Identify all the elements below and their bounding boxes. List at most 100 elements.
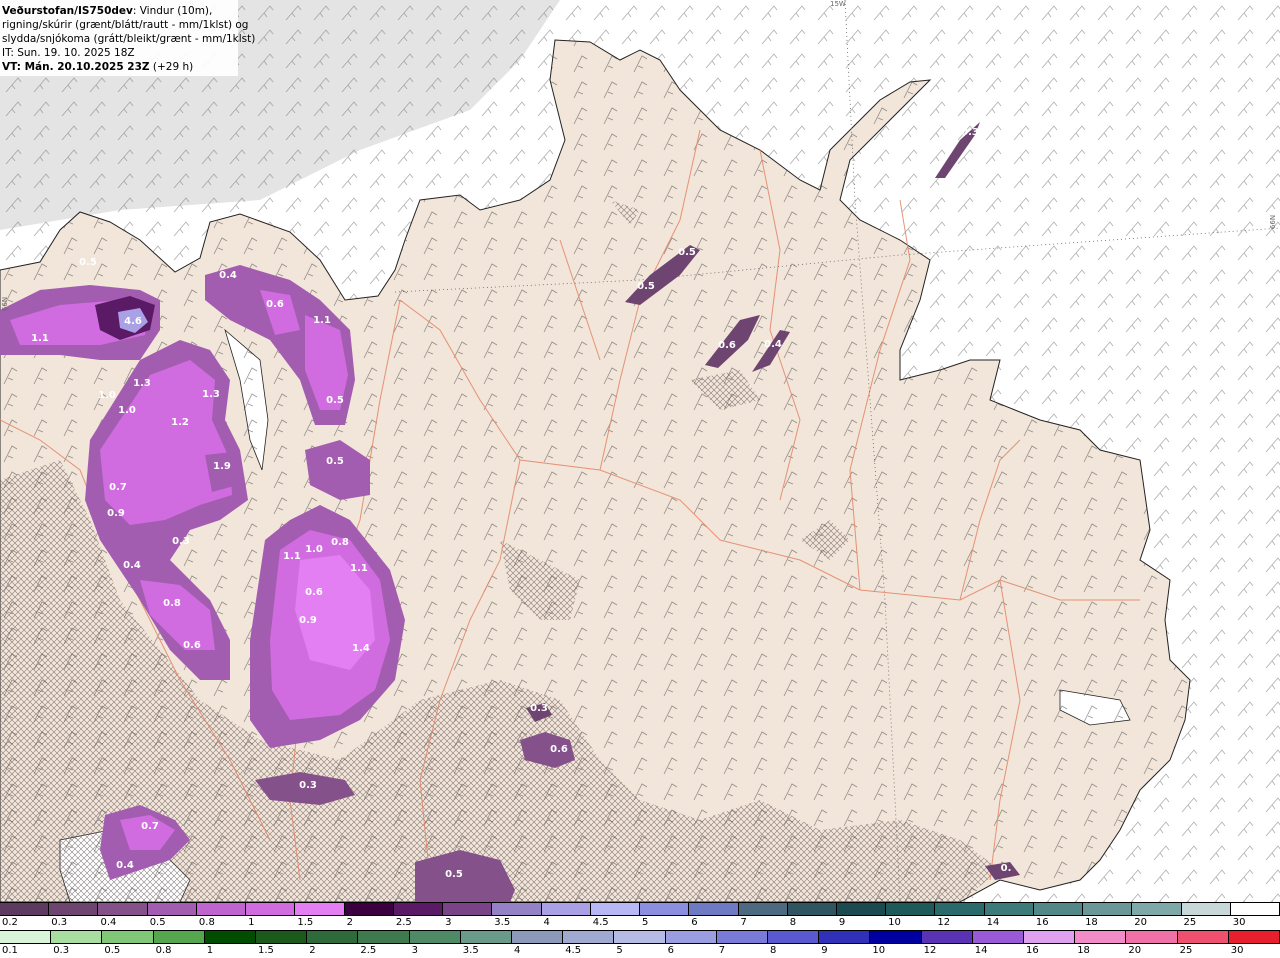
precip-label: 0.5 — [326, 395, 344, 406]
scale-swatch — [295, 903, 345, 915]
scale-swatch — [1132, 903, 1182, 915]
precip-label: 0.5 — [637, 281, 655, 292]
scale-swatch — [972, 931, 1025, 943]
precip-label: 0.8 — [163, 598, 181, 609]
precip-label: 0.7 — [109, 482, 127, 493]
scale-label: 0.3 — [53, 945, 70, 956]
scale-label: 5 — [642, 917, 649, 928]
scale-swatch — [358, 931, 410, 943]
scale-swatch — [614, 931, 666, 943]
scale-label: 10 — [888, 917, 901, 928]
info-vt: VT: Mán. 20.10.2025 23Z (+29 h) — [2, 61, 194, 73]
scale-label: 12 — [923, 945, 937, 956]
scale-swatch — [1228, 931, 1280, 943]
scale-swatch — [204, 931, 257, 943]
scale-label: 3 — [411, 945, 418, 956]
precip-label: 1.1 — [313, 315, 331, 326]
precip-label: 1.1 — [283, 551, 301, 562]
scale-label: 20 — [1134, 917, 1148, 928]
info-box: Veðurstofan/IS750dev: Vindur (10m), rign… — [0, 0, 256, 76]
info-line3: slydda/snjókoma (grátt/bleikt/grænt - mm… — [2, 33, 256, 45]
scale-swatch — [98, 903, 148, 915]
scale-label: 25 — [1183, 917, 1197, 928]
scale-label: 3.5 — [462, 945, 479, 956]
scale-label: 4 — [514, 945, 521, 956]
precip-label: 0. — [1001, 863, 1012, 874]
scale-swatch — [1126, 931, 1178, 943]
rain-scale-labels: 0.1 0.3 0.5 0.8 1 1.5 2 2.5 3 3.5 4 4.5 5 6 7 8 9 10 12 14 1… — [0, 944, 1280, 958]
sleet-scale-labels: 0.2 0.3 0.4 0.5 0.8 1 1.5 2 2.5 3 3.5 4 4.5 5 6 7 8 9 10 12… — [0, 916, 1280, 930]
precip-label: 0.3 — [172, 536, 190, 547]
scale-swatch — [512, 931, 564, 943]
scale-label: 2.5 — [360, 945, 377, 956]
info-it: IT: Sun. 19. 10. 2025 18Z — [2, 47, 135, 59]
scale-swatch — [1177, 931, 1229, 943]
scale-swatch — [1075, 931, 1127, 943]
precip-label: 0.5 — [79, 257, 97, 268]
scale-label: 14 — [974, 945, 988, 956]
precip-label: 1.2 — [171, 417, 189, 428]
scale-label: 8 — [789, 917, 797, 928]
scale-label: 4.5 — [592, 917, 609, 928]
scale-label: 7 — [740, 917, 747, 928]
scale-swatch — [153, 931, 205, 943]
precip-label: 4.6 — [124, 316, 142, 327]
scale-label: 18 — [1085, 917, 1098, 928]
scale-swatch — [51, 931, 103, 943]
info-line2: rigning/skúrir (grænt/blátt/rautt - mm/1… — [2, 19, 249, 31]
precip-label: 0.4 — [116, 860, 134, 871]
scale-label: 1 — [248, 917, 255, 928]
scale-swatch — [716, 931, 769, 943]
scale-swatch — [665, 931, 717, 943]
scale-swatch — [492, 903, 542, 915]
precip-label: 0.3 — [299, 780, 317, 791]
sleet-scale-bar — [0, 902, 1280, 916]
scale-swatch — [246, 903, 296, 915]
scale-swatch — [102, 931, 154, 943]
scale-swatch — [443, 903, 493, 915]
scale-label: 30 — [1232, 917, 1246, 928]
sleet-color-scale: 0.2 0.3 0.4 0.5 0.8 1 1.5 2 2.5 3 3.5 4 4.5 5 6 7 8 9 10 12… — [0, 902, 1280, 930]
rain-scale-bar — [0, 930, 1280, 944]
scale-label: 4 — [543, 917, 550, 928]
precip-label: 0.4 — [219, 270, 237, 281]
scale-swatch — [196, 903, 247, 915]
scale-label: 0.1 — [2, 945, 18, 956]
scale-label: 7 — [718, 945, 726, 956]
precip-label: 0.6 — [183, 640, 201, 651]
scale-label: 30 — [1230, 945, 1244, 956]
scale-swatch — [886, 903, 936, 915]
scale-label: 5 — [616, 945, 623, 956]
scale-label: 3 — [445, 917, 452, 928]
scale-swatch — [49, 903, 99, 915]
scale-label: 0.8 — [155, 945, 172, 956]
precip-label: 1.0 — [305, 544, 323, 555]
scale-label: 2 — [309, 945, 316, 956]
scale-label: 1.5 — [297, 917, 314, 928]
precip-label: 0.7 — [141, 821, 159, 832]
scale-swatch — [738, 903, 788, 915]
precip-label: 0.5 — [678, 247, 696, 258]
scale-swatch — [787, 903, 837, 915]
scale-swatch — [689, 903, 739, 915]
rain-color-scale: 0.1 0.3 0.5 0.8 1 1.5 2 2.5 3 3.5 4 4.5 5 6 7 8 9 10 12 14 1… — [0, 930, 1280, 958]
scale-swatch — [460, 931, 513, 943]
scale-swatch — [768, 931, 820, 943]
coord-top: 15W — [830, 0, 846, 8]
scale-swatch — [836, 903, 887, 915]
precip-label: 0.9 — [299, 615, 317, 626]
scale-swatch — [870, 931, 922, 943]
scale-label: 6 — [667, 945, 674, 956]
precip-label: 0.3 — [961, 127, 979, 138]
scale-label: 8 — [770, 945, 777, 956]
scale-label: 4.5 — [565, 945, 582, 956]
scale-swatch — [935, 903, 985, 915]
scale-swatch — [393, 903, 444, 915]
scale-label: 14 — [986, 917, 1000, 928]
precip-label: 0.5 — [326, 456, 344, 467]
scale-swatch — [0, 903, 50, 915]
precip-label: 0.6 — [550, 744, 568, 755]
precip-label: 1.3 — [133, 378, 151, 389]
scale-label: 18 — [1077, 945, 1090, 956]
scale-swatch — [590, 903, 641, 915]
